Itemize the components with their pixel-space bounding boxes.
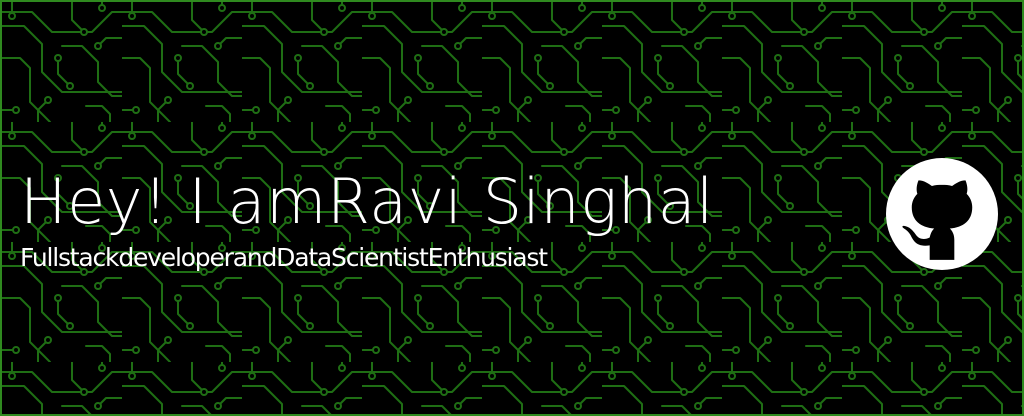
profile-banner: Hey! I amRavi Singhal Fullstackdeveloper… — [0, 0, 1024, 416]
hero-tagline: FullstackdeveloperandDataScientistEnthus… — [20, 243, 548, 272]
github-octocat-icon — [886, 158, 998, 270]
author-name: Ravi Singhal — [326, 165, 714, 238]
github-profile-link[interactable] — [886, 158, 998, 270]
greeting-text: Hey! I am — [20, 165, 327, 238]
hero-heading: Hey! I amRavi Singhal — [20, 162, 714, 242]
